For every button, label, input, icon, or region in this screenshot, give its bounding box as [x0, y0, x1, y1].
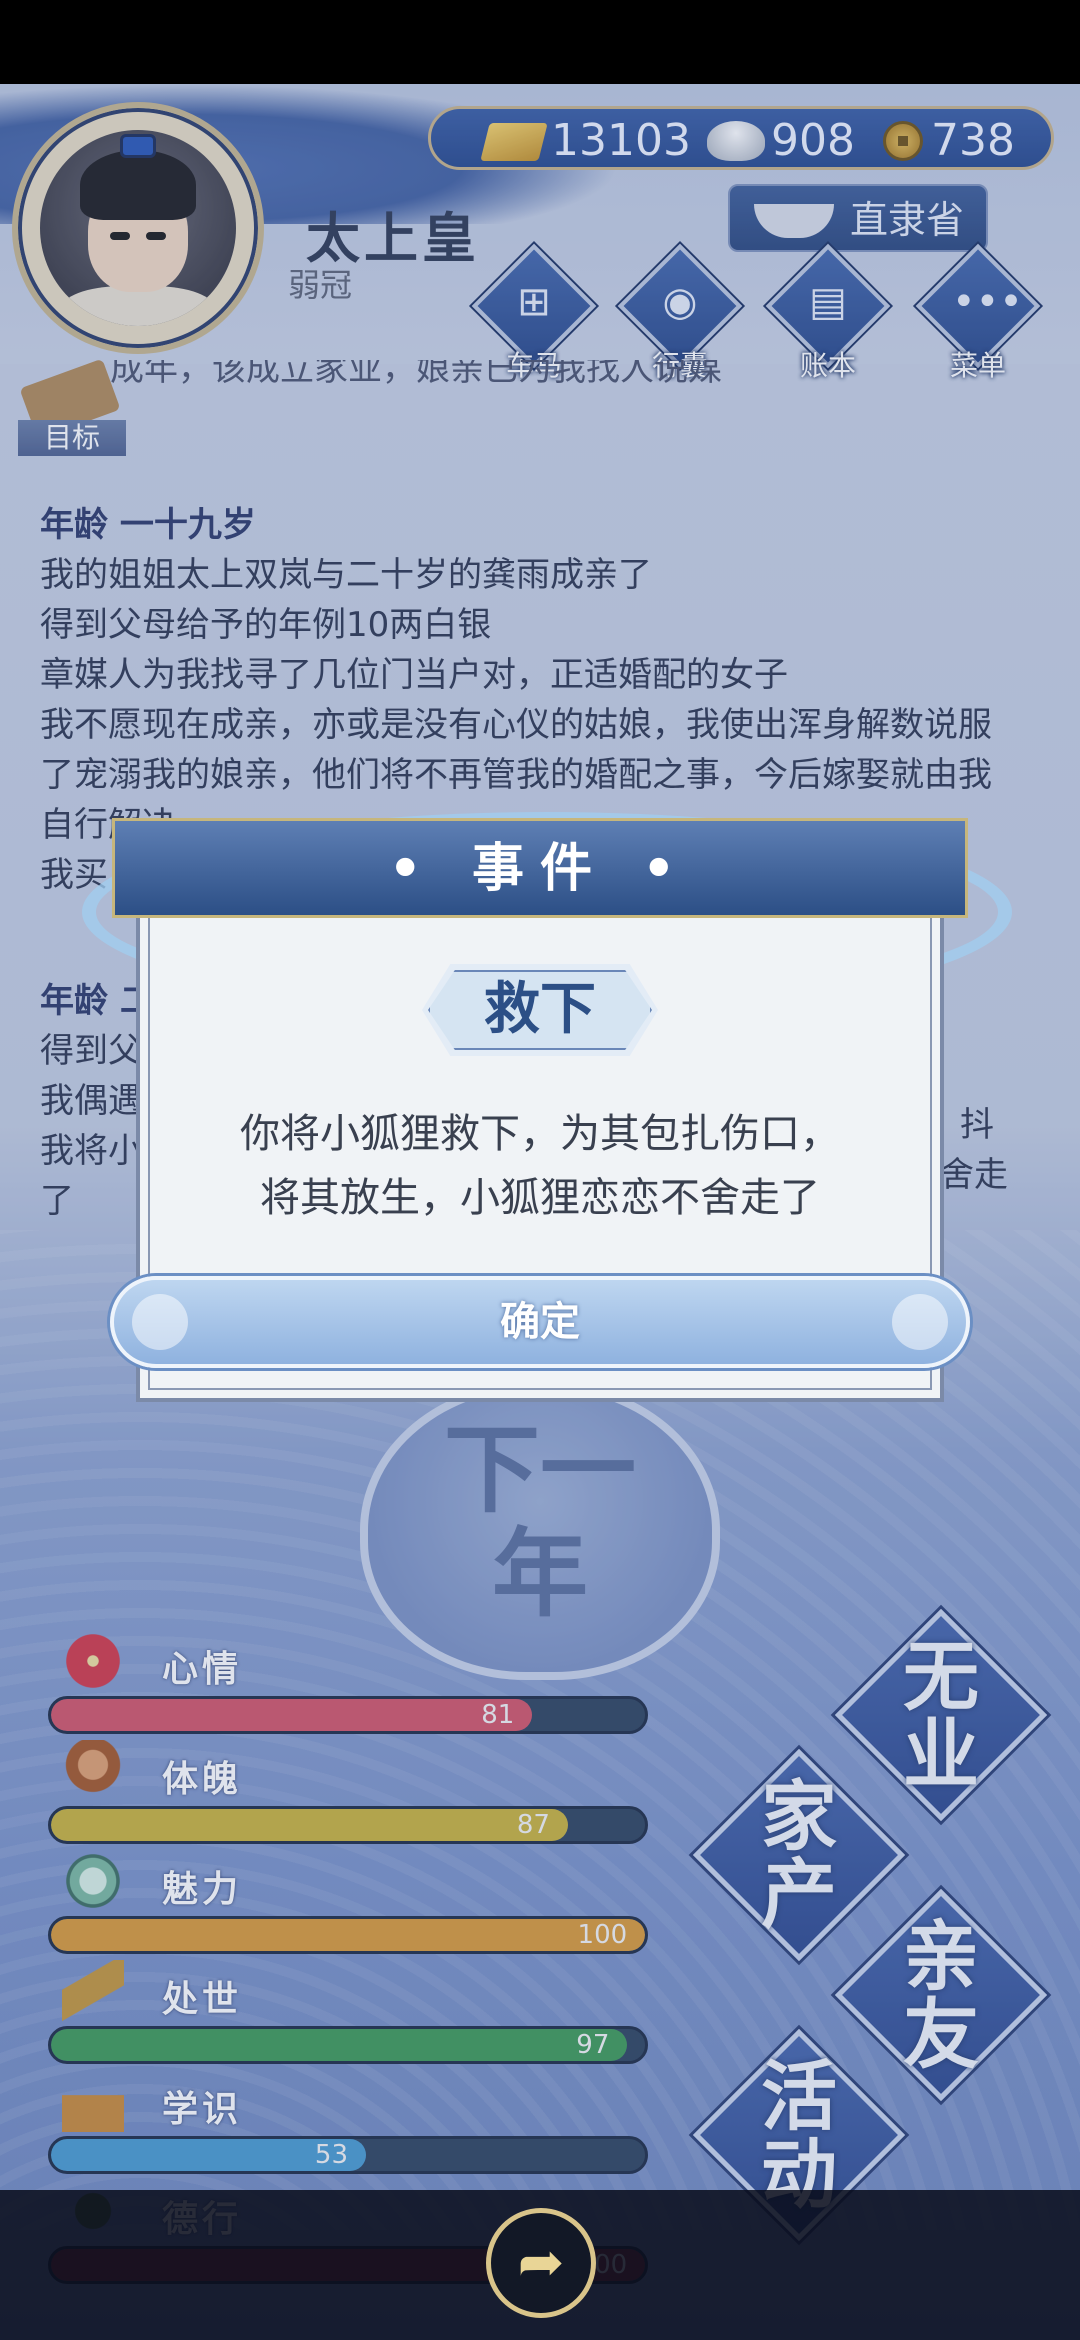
game-screen: 太上皇 弱冠 13103 908 738 直隶省 ⊞ 车马 ◉ 行囊 ▤ 账本 — [0, 0, 1080, 2340]
event-dialog: • 事件 • 救下 你将小狐狸救下，为其包扎伤口， 将其放生，小狐狸恋恋不舍走了… — [82, 812, 1012, 1422]
event-description: 你将小狐狸救下，为其包扎伤口， 将其放生，小狐狸恋恋不舍走了 — [182, 1102, 898, 1230]
event-badge: 救下 — [422, 964, 658, 1056]
dialog-title-bar: • 事件 • — [112, 818, 968, 918]
confirm-label: 确定 — [500, 1299, 580, 1345]
share-button[interactable]: ➦ — [486, 2208, 596, 2318]
confirm-button[interactable]: 确定 — [110, 1276, 970, 1368]
dialog-title: • 事件 • — [388, 839, 692, 899]
event-line: 你将小狐狸救下，为其包扎伤口， — [240, 1111, 840, 1157]
event-line: 将其放生，小狐狸恋恋不舍走了 — [260, 1175, 820, 1221]
share-icon: ➦ — [517, 2230, 565, 2295]
event-name: 救下 — [484, 977, 596, 1042]
status-bar — [0, 0, 1080, 84]
